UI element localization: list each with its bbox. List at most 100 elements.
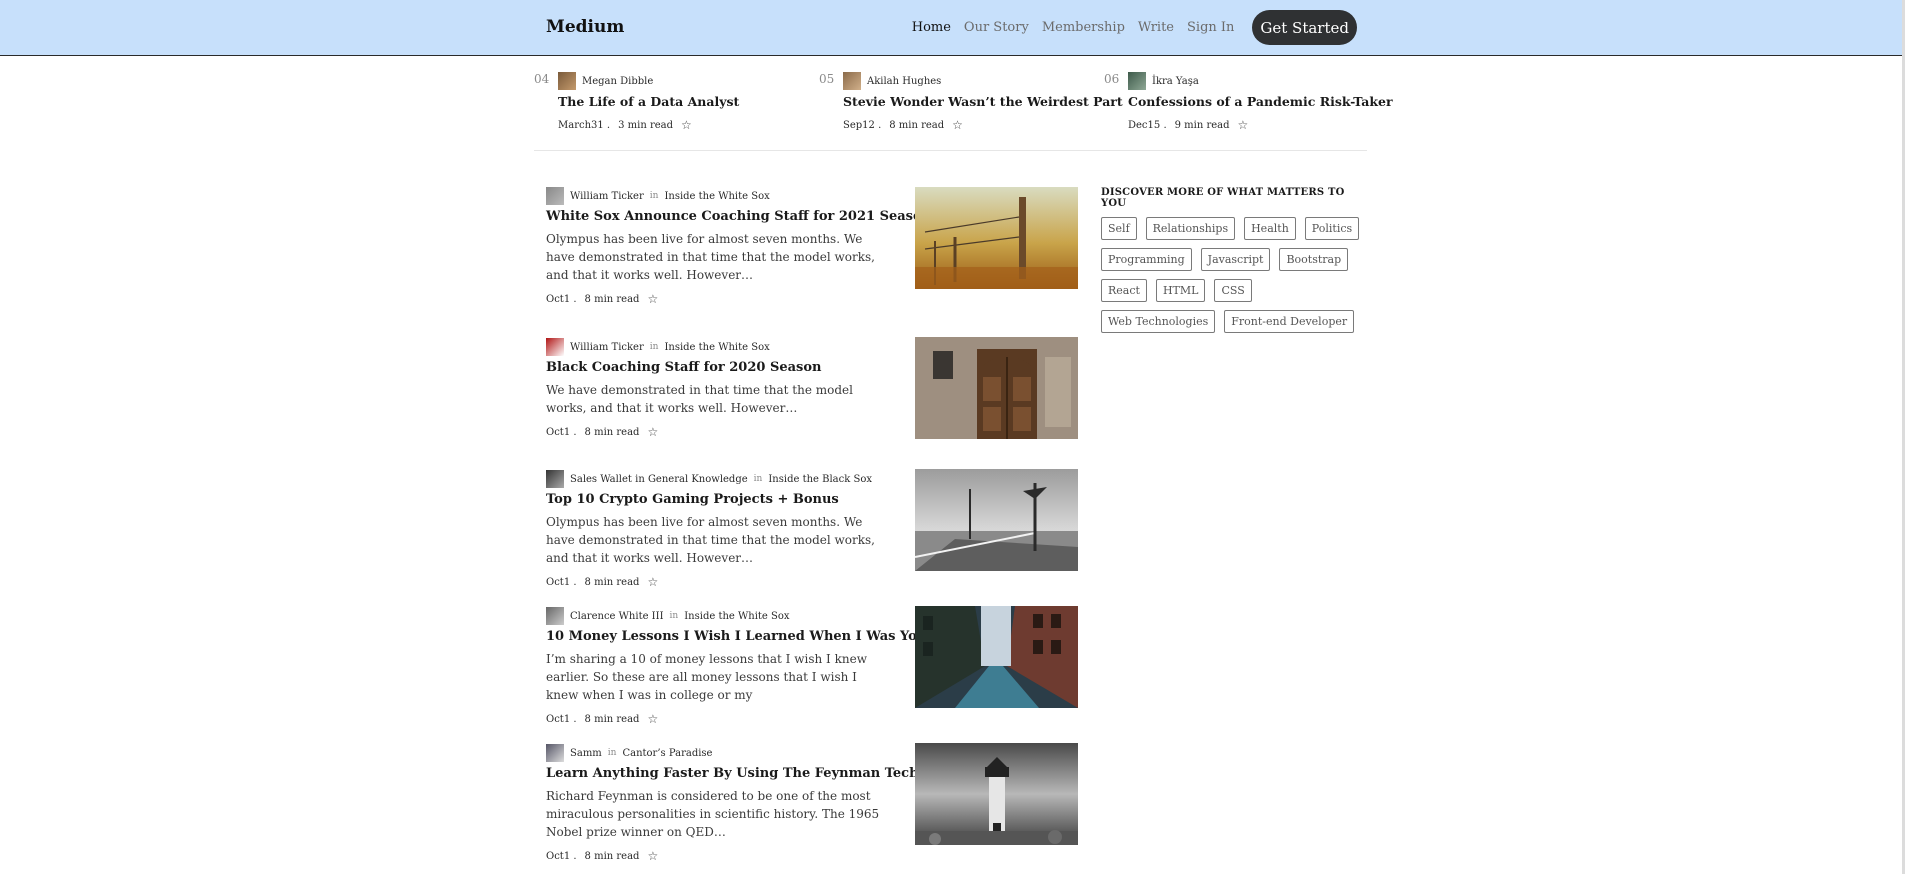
post-card: Sales Wallet in General Knowledge in Ins… [546, 469, 1078, 589]
tag-web-technologies[interactable]: Web Technologies [1101, 310, 1216, 333]
bookmark-star-icon[interactable]: ☆ [1238, 118, 1249, 132]
bookmark-star-icon[interactable]: ☆ [647, 575, 658, 589]
post-meta: Oct1 . 8 min read ☆ [546, 849, 659, 863]
trending-meta: March31 . 3 min read ☆ [558, 118, 692, 132]
tag-react[interactable]: React [1101, 279, 1147, 302]
in-word: in [753, 474, 763, 484]
trending-author: İkra Yaşa [1128, 72, 1199, 90]
tag-html[interactable]: HTML [1155, 279, 1206, 302]
in-word: in [669, 611, 679, 621]
post-thumbnail[interactable] [915, 469, 1078, 571]
tag-bootstrap[interactable]: Bootstrap [1279, 248, 1349, 271]
in-word: in [649, 191, 659, 201]
tag-self[interactable]: Self [1101, 217, 1137, 240]
bookmark-star-icon[interactable]: ☆ [647, 292, 658, 306]
post-excerpt[interactable]: We have demonstrated in that time that t… [546, 381, 891, 417]
read-time: 8 min read [584, 850, 640, 862]
trending-strip: 04 Megan Dibble The Life of a Data Analy… [534, 56, 1393, 151]
bookmark-star-icon[interactable]: ☆ [647, 849, 658, 863]
nav-write[interactable]: Write [1138, 20, 1174, 35]
trending-number: 05 [819, 72, 835, 86]
post-date: Oct1 [546, 713, 571, 725]
read-time: 3 min read [618, 119, 674, 131]
tag-relationships[interactable]: Relationships [1145, 217, 1236, 240]
publication-name[interactable]: Inside the Black Sox [768, 474, 872, 485]
bookmark-star-icon[interactable]: ☆ [647, 425, 658, 439]
post-thumbnail[interactable] [915, 743, 1078, 845]
post-date: Oct1 [546, 293, 571, 305]
nav-links: Home Our Story Membership Write Sign In … [899, 0, 1357, 55]
author-avatar [546, 607, 564, 625]
tag-css[interactable]: CSS [1214, 279, 1252, 302]
post-date: Oct1 [546, 576, 571, 588]
tag-front-end-developer[interactable]: Front-end Developer [1224, 310, 1355, 333]
nav-our-story[interactable]: Our Story [964, 20, 1029, 35]
author-avatar [546, 744, 564, 762]
topic-tags: Self Relationships Health Politics Progr… [1101, 217, 1361, 333]
trending-author: Akilah Hughes [843, 72, 941, 90]
tag-politics[interactable]: Politics [1304, 217, 1360, 240]
nav-sign-in[interactable]: Sign In [1187, 20, 1234, 35]
publication-name[interactable]: Cantor’s Paradise [622, 748, 712, 759]
in-word: in [607, 748, 617, 758]
nav-home[interactable]: Home [912, 20, 951, 35]
post-meta: Oct1 . 8 min read ☆ [546, 292, 659, 306]
post-card: William Ticker in Inside the White Sox W… [546, 187, 1078, 306]
discover-sidebar: DISCOVER MORE OF WHAT MATTERS TO YOU Sel… [1101, 187, 1361, 333]
trending-meta: Sep12 . 8 min read ☆ [843, 118, 963, 132]
trending-number: 04 [534, 72, 550, 86]
in-word: in [649, 342, 659, 352]
publication-name[interactable]: Inside the White Sox [664, 191, 769, 202]
get-started-button[interactable]: Get Started [1252, 10, 1357, 45]
discover-heading: DISCOVER MORE OF WHAT MATTERS TO YOU [1101, 187, 1345, 209]
post-excerpt[interactable]: Olympus has been live for almost seven m… [546, 230, 891, 284]
tag-programming[interactable]: Programming [1101, 248, 1192, 271]
post-card: Samm in Cantor’s Paradise Learn Anything… [546, 743, 1078, 863]
post-excerpt[interactable]: Olympus has been live for almost seven m… [546, 513, 891, 567]
author-name[interactable]: İkra Yaşa [1152, 76, 1199, 87]
post-thumbnail[interactable] [915, 337, 1078, 439]
post-thumbnail[interactable] [915, 187, 1078, 289]
read-time: 8 min read [584, 576, 640, 588]
trending-title[interactable]: Stevie Wonder Wasn’t the Weirdest Part [843, 94, 1123, 109]
publication-name[interactable]: Inside the White Sox [684, 611, 789, 622]
author-name[interactable]: William Ticker [570, 191, 644, 202]
post-date: Oct1 [546, 850, 571, 862]
author-avatar [546, 338, 564, 356]
bookmark-star-icon[interactable]: ☆ [681, 118, 692, 132]
read-time: 8 min read [584, 713, 640, 725]
post-meta: Oct1 . 8 min read ☆ [546, 712, 659, 726]
trending-number: 06 [1104, 72, 1120, 86]
author-name[interactable]: Akilah Hughes [867, 76, 941, 87]
author-avatar [546, 470, 564, 488]
nav-membership[interactable]: Membership [1042, 20, 1125, 35]
post-meta: Oct1 . 8 min read ☆ [546, 575, 659, 589]
bookmark-star-icon[interactable]: ☆ [647, 712, 658, 726]
logo[interactable]: Medium [546, 17, 624, 37]
read-time: 8 min read [889, 119, 945, 131]
post-card: William Ticker in Inside the White Sox B… [546, 337, 1078, 439]
post-excerpt[interactable]: Richard Feynman is considered to be one … [546, 787, 891, 841]
top-navbar: Medium Home Our Story Membership Write S… [0, 0, 1905, 56]
author-name[interactable]: William Ticker [570, 342, 644, 353]
author-avatar [546, 187, 564, 205]
read-time: 9 min read [1174, 119, 1230, 131]
tag-javascript[interactable]: Javascript [1200, 248, 1271, 271]
publication-name[interactable]: Inside the White Sox [664, 342, 769, 353]
read-time: 8 min read [584, 293, 640, 305]
author-name[interactable]: Megan Dibble [582, 76, 653, 87]
post-date: Oct1 [546, 426, 571, 438]
author-name[interactable]: Samm [570, 748, 602, 759]
trending-meta: Dec15 . 9 min read ☆ [1128, 118, 1249, 132]
author-name[interactable]: Clarence White III [570, 611, 664, 622]
post-thumbnail[interactable] [915, 606, 1078, 708]
tag-health[interactable]: Health [1244, 217, 1296, 240]
author-name[interactable]: Sales Wallet in General Knowledge [570, 474, 748, 485]
bookmark-star-icon[interactable]: ☆ [952, 118, 963, 132]
post-excerpt[interactable]: I’m sharing a 10 of money lessons that I… [546, 650, 891, 704]
post-date: Dec15 [1128, 119, 1161, 131]
trending-title[interactable]: The Life of a Data Analyst [558, 94, 739, 109]
post-date: Sep12 [843, 119, 875, 131]
post-date: March31 [558, 119, 604, 131]
trending-title[interactable]: Confessions of a Pandemic Risk-Taker [1128, 94, 1393, 109]
